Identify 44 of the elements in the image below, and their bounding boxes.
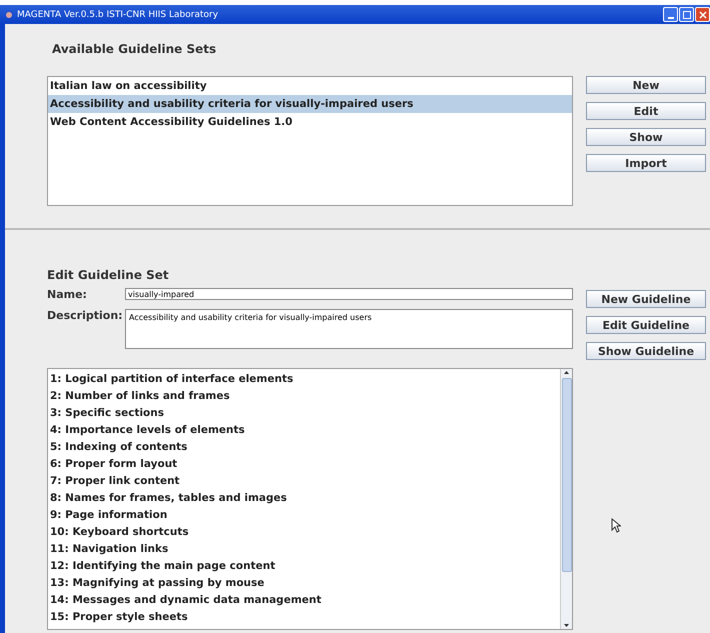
list-item[interactable]: 3: Specific sections	[48, 405, 560, 422]
list-item[interactable]: 8: Names for frames, tables and images	[48, 490, 560, 507]
list-item[interactable]: 1: Logical partition of interface elements	[48, 371, 560, 388]
minimize-icon	[668, 16, 674, 18]
list-item[interactable]: 14: Messages and dynamic data management	[48, 592, 560, 609]
scroll-up-icon[interactable]	[562, 369, 571, 376]
list-item[interactable]: 10: Keyboard shortcuts	[48, 524, 560, 541]
list-item[interactable]: 9: Page information	[48, 507, 560, 524]
section-heading: Edit Guideline Set	[47, 268, 170, 282]
action-button[interactable]: Show Guideline	[586, 342, 706, 360]
mouse-pointer-icon	[611, 518, 621, 533]
action-button[interactable]: Import	[586, 154, 706, 172]
description-label: Description:	[47, 309, 124, 324]
scroll-thumb[interactable]	[562, 378, 572, 572]
maximize-icon	[682, 10, 690, 18]
list-item[interactable]: 5: Indexing of contents	[48, 439, 560, 456]
action-button[interactable]: Show	[586, 128, 706, 146]
name-label: Name:	[47, 288, 88, 301]
scrollbar[interactable]	[560, 369, 572, 629]
action-button[interactable]: Edit	[586, 102, 706, 120]
list-item[interactable]: Accessibility and usability criteria for visually-impaired users	[48, 95, 572, 113]
name-field[interactable]: visually-impared	[125, 288, 573, 300]
list-item[interactable]: 4: Importance levels of elements	[48, 422, 560, 439]
list-item[interactable]: 13: Magnifying at passing by mouse	[48, 575, 560, 592]
action-button[interactable]: New Guideline	[586, 290, 706, 308]
description-field[interactable]: Accessibility and usability criteria for visually-impaired users	[125, 309, 573, 349]
section-heading: Available Guideline Sets	[52, 42, 218, 56]
close-button[interactable]	[695, 7, 710, 22]
list-item[interactable]: Web Content Accessibility Guidelines 1.0	[48, 113, 572, 131]
list-item[interactable]: Italian law on accessibility	[48, 77, 572, 95]
maximize-button[interactable]	[679, 7, 694, 22]
list-item[interactable]: 6: Proper form layout	[48, 456, 560, 473]
minimize-button[interactable]	[663, 7, 678, 22]
app-icon	[5, 10, 13, 18]
list-item[interactable]: 12: Identifying the main page content	[48, 558, 560, 575]
action-button[interactable]: New	[586, 76, 706, 94]
list-item[interactable]: 15: Proper style sheets	[48, 609, 560, 626]
list-item[interactable]: 2: Number of links and frames	[48, 388, 560, 405]
action-button[interactable]: Edit Guideline	[586, 316, 706, 334]
close-icon	[698, 10, 706, 18]
list-item[interactable]: 11: Navigation links	[48, 541, 560, 558]
scroll-down-icon[interactable]	[562, 622, 571, 629]
list-item[interactable]: 7: Proper link content	[48, 473, 560, 490]
window-title: MAGENTA Ver.0.5.b ISTI-CNR HIIS Laboratory	[17, 10, 218, 20]
